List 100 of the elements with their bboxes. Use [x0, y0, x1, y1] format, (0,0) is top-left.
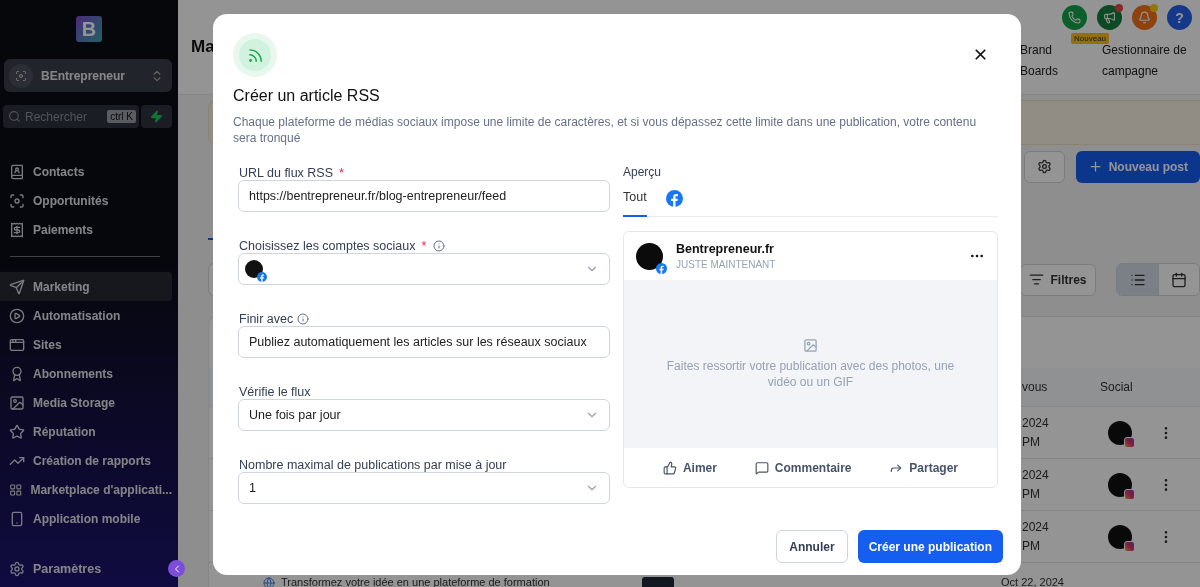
table-cell-text: 2024 [1022, 414, 1049, 432]
globe-icon [263, 577, 275, 587]
field-label: Vérifie le flux [239, 384, 311, 399]
table-cell-text: PM [1022, 537, 1040, 555]
media-hint: Faites ressortir votre publication avec des photos, une vidéo ou un GIF [665, 358, 956, 390]
preview-title: Aperçu [623, 165, 663, 179]
search-icon [8, 110, 21, 123]
star-icon [9, 423, 25, 440]
page-title: Ma [191, 37, 215, 57]
facebook-icon [665, 190, 683, 207]
phone-button[interactable] [1062, 5, 1087, 30]
submit-button[interactable]: Créer une publication [857, 530, 1003, 563]
keyboard-shortcut: ctrl K [107, 110, 136, 123]
info-icon[interactable] [433, 239, 446, 252]
settings-button[interactable] [1023, 150, 1065, 183]
list-view-button[interactable] [1117, 264, 1158, 295]
app-logo[interactable]: B [76, 16, 102, 42]
field-label: Nombre maximal de publications par mise à jour [239, 457, 507, 472]
column-header: Social [1100, 378, 1133, 396]
announcements-button[interactable] [1097, 5, 1122, 30]
sidebar-item[interactable]: Automatisation [0, 301, 172, 330]
sidebar-item[interactable]: Abonnements [0, 359, 172, 388]
instagram-icon [1124, 436, 1135, 448]
new-badge: Nouveau [1071, 33, 1110, 44]
notifications-button[interactable] [1132, 5, 1157, 30]
required-mark: * [421, 238, 427, 253]
calendar-icon [1171, 271, 1187, 288]
sidebar-item[interactable]: Application mobile [0, 504, 172, 533]
facebook-icon [257, 272, 267, 282]
select-field[interactable]: 1 [238, 472, 610, 504]
thumbs-up-icon [662, 460, 677, 475]
tab[interactable]: Tout [623, 186, 647, 217]
image-icon [803, 338, 818, 353]
phone-icon [1068, 11, 1081, 24]
table-cell: Oct 22, 2024 [1001, 577, 1064, 587]
sidebar-item[interactable]: Sites [0, 330, 172, 359]
post-action[interactable]: Aimer [662, 460, 717, 475]
info-icon[interactable] [297, 312, 310, 325]
sidebar-item[interactable]: Media Storage [0, 388, 172, 417]
table-cell-text: PM [1022, 433, 1040, 451]
text-input[interactable]: Publiez automatiquement les articles sur les réseaux sociaux [238, 326, 610, 358]
thumbnail [642, 577, 674, 587]
required-mark: * [339, 165, 344, 180]
cancel-button[interactable]: Annuler [776, 530, 848, 563]
account-switcher[interactable]: BEntrepreneur [4, 59, 172, 92]
filters-button[interactable]: Filtres [1020, 263, 1096, 296]
comment-icon [754, 460, 769, 475]
filter-icon [1029, 272, 1045, 287]
instagram-icon [1124, 488, 1135, 500]
field-label: Finir avec [239, 311, 294, 326]
field-label: Choisissez les comptes sociaux [239, 238, 416, 253]
sidebar-item[interactable]: Contacts [0, 157, 172, 186]
close-button[interactable] [972, 46, 989, 63]
post-action[interactable]: Commentaire [754, 460, 852, 475]
sidebar-item[interactable]: Marketing [0, 272, 172, 301]
accounts-select[interactable] [238, 253, 610, 285]
quick-action-button[interactable] [141, 105, 172, 128]
post-time: JUSTE MAINTENANT [676, 259, 777, 270]
account-name: Bentrepreneur.fr [676, 242, 775, 256]
smartphone-icon [9, 510, 25, 527]
header-link[interactable]: Brand Boards [1020, 40, 1056, 82]
settings-icon [9, 560, 25, 577]
sidebar-item[interactable]: Réputation [0, 417, 172, 446]
table-cell-text: 2024 [1022, 518, 1049, 536]
focus-icon [9, 192, 25, 209]
account-avatar [9, 63, 33, 88]
sidebar-item[interactable]: Opportunités [0, 186, 172, 215]
facebook-icon [656, 262, 667, 274]
post-action[interactable]: Partager [889, 460, 959, 475]
dialog-title: Créer un article RSS [233, 87, 381, 105]
contact-book-icon [9, 163, 25, 180]
grid-icon [9, 481, 23, 498]
receipt-icon [9, 221, 25, 238]
table-cell-text: 2024 [1022, 466, 1049, 484]
award-icon [9, 365, 25, 382]
bell-icon [1138, 11, 1151, 24]
rss-icon [233, 33, 277, 77]
play-circle-icon [9, 307, 25, 324]
text-input[interactable]: https://bentrepreneur.fr/blog-entrepreneur/feed [238, 180, 610, 212]
sidebar-item[interactable]: Paiements [0, 215, 172, 244]
instagram-icon [1124, 540, 1135, 552]
field-label: URL du flux RSS [239, 165, 334, 180]
paper-plane-icon [9, 278, 25, 295]
settings-icon [1036, 159, 1052, 174]
browser-window-icon [9, 336, 25, 353]
megaphone-icon [1103, 11, 1116, 24]
collapse-button[interactable] [168, 560, 185, 577]
plus-icon [1087, 159, 1103, 174]
help-button[interactable]: ? [1167, 5, 1192, 30]
column-header: vous [1022, 378, 1048, 396]
calendar-view-button[interactable] [1158, 264, 1199, 295]
sidebar-item[interactable]: Marketplace d'applicati... [0, 475, 172, 504]
dialog-description: Chaque plateforme de médias sociaux impose une limite de caractères, et si vous dépassez cette limite dans une publication, votre contenu sera tronqué [233, 114, 978, 146]
settings-item[interactable]: Paramètres [9, 560, 102, 577]
sidebar-item[interactable]: Création de rapports [0, 446, 172, 475]
image-icon [9, 394, 25, 411]
new-post-button[interactable]: Nouveau post [1075, 150, 1200, 183]
lightning-icon [150, 110, 163, 123]
select-field[interactable]: Une fois par jour [238, 399, 610, 431]
table-cell-text: PM [1022, 485, 1040, 503]
